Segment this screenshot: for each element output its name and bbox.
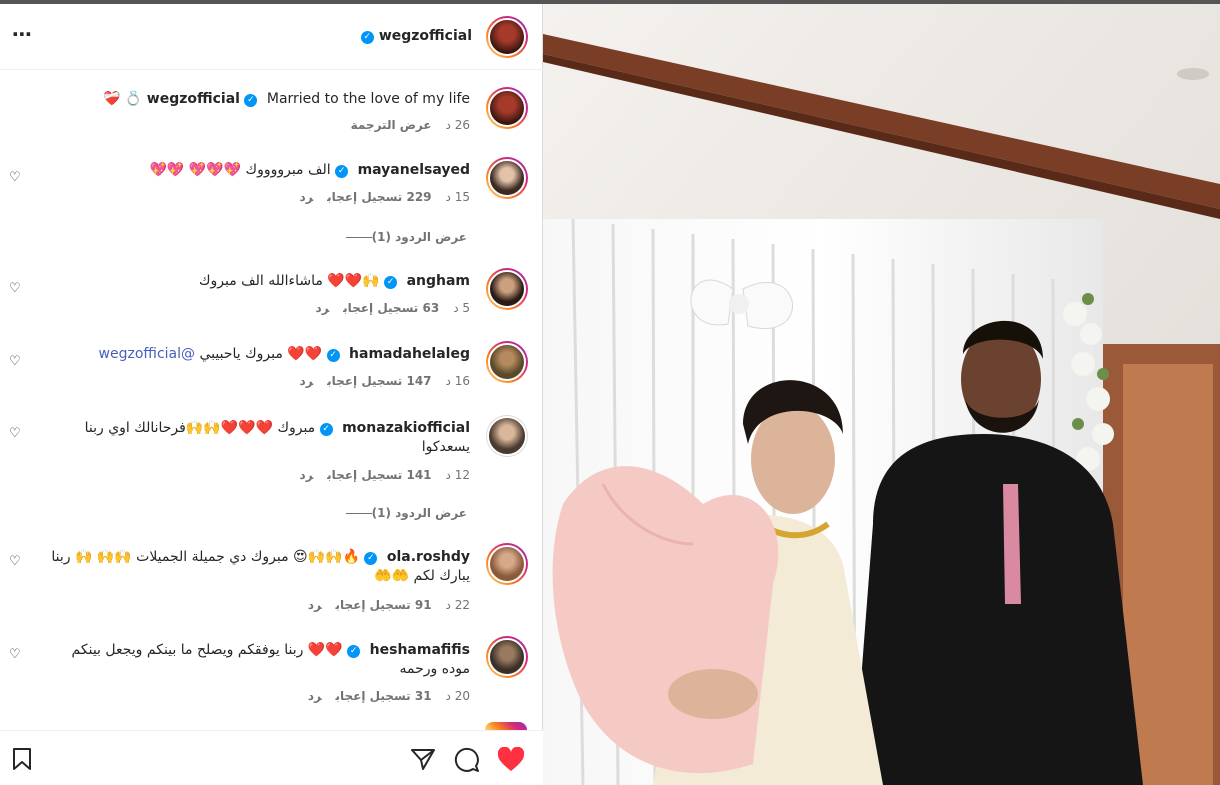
next-commenter-avatar: [485, 722, 527, 730]
divider-line: [345, 513, 372, 514]
verified-badge-icon: ✓: [326, 349, 340, 362]
reply-button[interactable]: رد: [300, 374, 314, 388]
more-options-icon[interactable]: ⋯: [12, 24, 33, 44]
commenter-avatar[interactable]: [486, 415, 528, 457]
action-bar: [0, 730, 543, 785]
verified-badge-icon: ✓: [319, 423, 333, 436]
comment-meta: 22 د91 تسجيل إعجابرد: [307, 598, 470, 612]
caption-text: wegzofficial ✓ Married to the love of my…: [103, 91, 470, 107]
comment-meta: 5 د63 تسجيل إعجابرد: [315, 301, 470, 315]
comment-text: mayanelsayed ✓ الف مبرووووك 💖💖💖 💖💖: [149, 162, 470, 178]
comment-username[interactable]: monazakiofficial: [342, 420, 470, 436]
reply-button[interactable]: رد: [300, 190, 314, 204]
author-avatar[interactable]: [486, 16, 528, 58]
view-replies-button[interactable]: عرض الردود (1): [332, 230, 467, 244]
comment-username[interactable]: angham: [407, 273, 470, 289]
heart-outline-icon[interactable]: ♡: [9, 170, 21, 185]
heart-outline-icon[interactable]: ♡: [9, 554, 21, 569]
comment-username[interactable]: ola.roshdy: [387, 549, 470, 565]
reply-button[interactable]: رد: [308, 689, 322, 703]
heart-filled-icon[interactable]: [497, 746, 525, 777]
likes-count[interactable]: 91 تسجيل إعجاب: [336, 598, 432, 612]
likes-count[interactable]: 229 تسجيل إعجاب: [327, 190, 431, 204]
comment-text: hamadahelaleg ✓ ❤️❤️ مبروك ياحبيبي @wegz…: [98, 346, 470, 362]
divider-line: [345, 237, 372, 238]
comment-username[interactable]: mayanelsayed: [358, 162, 470, 178]
caption-meta: 26 دعرض الترجمة: [350, 118, 470, 132]
comment-meta: 12 د141 تسجيل إعجابرد: [299, 468, 470, 482]
post-photo: [543, 4, 1220, 785]
comment-bubble-icon[interactable]: [454, 747, 480, 777]
likes-count[interactable]: 147 تسجيل إعجاب: [327, 374, 431, 388]
verified-badge-icon: ✓: [384, 276, 398, 289]
heart-outline-icon[interactable]: ♡: [9, 647, 21, 662]
view-replies-button[interactable]: عرض الردود (1): [332, 506, 467, 520]
wedding-photo-illustration: [543, 4, 1220, 785]
caption-avatar[interactable]: [486, 87, 528, 129]
comment-text: heshamafifis ✓ ❤️❤️ ربنا يوفقكم ويصلح ما…: [71, 642, 470, 677]
comment-username[interactable]: heshamafifis: [370, 642, 470, 658]
commenter-avatar[interactable]: [486, 636, 528, 678]
reply-button[interactable]: رد: [300, 468, 314, 482]
likes-count[interactable]: 63 تسجيل إعجاب: [343, 301, 439, 315]
comment-meta: 15 د229 تسجيل إعجابرد: [299, 190, 470, 204]
commenter-avatar[interactable]: [486, 268, 528, 310]
comments-panel: ⋯ ✓ wegzofficial wegzofficial ✓ Married t…: [0, 4, 543, 785]
likes-count[interactable]: 141 تسجيل إعجاب: [327, 468, 431, 482]
verified-badge-icon: ✓: [347, 645, 361, 658]
comment-text: ola.roshdy ✓ 🔥🙌🙌😍 مبروك دي جميلة الجميلا…: [51, 549, 470, 584]
heart-outline-icon[interactable]: ♡: [9, 281, 21, 296]
bookmark-icon[interactable]: [11, 747, 33, 775]
reply-button[interactable]: رد: [316, 301, 330, 315]
verified-badge-icon: ✓: [364, 552, 378, 565]
reply-button[interactable]: رد: [308, 598, 322, 612]
heart-outline-icon[interactable]: ♡: [9, 426, 21, 441]
caption-username[interactable]: wegzofficial: [147, 91, 240, 107]
comment-meta: 20 د31 تسجيل إعجابرد: [307, 689, 470, 703]
comment-text: angham ✓ 🙌❤️❤️ ماشاءالله الف مبروك: [198, 273, 470, 289]
commenter-avatar[interactable]: [486, 543, 528, 585]
verified-badge-icon: ✓: [335, 165, 349, 178]
verified-badge-icon: ✓: [244, 94, 258, 107]
comment-text: monazakiofficial ✓ مبروك ❤️❤️❤️🙌🙌فرحانال…: [84, 420, 470, 455]
commenter-avatar[interactable]: [486, 157, 528, 199]
likes-count[interactable]: 31 تسجيل إعجاب: [336, 689, 432, 703]
post-header: ⋯ ✓ wegzofficial: [0, 4, 543, 70]
see-translation-link[interactable]: عرض الترجمة: [351, 118, 432, 132]
comment-meta: 16 د147 تسجيل إعجابرد: [299, 374, 470, 388]
commenter-avatar[interactable]: [486, 341, 528, 383]
verified-badge-icon: ✓: [360, 31, 374, 44]
paper-plane-icon[interactable]: [410, 747, 436, 775]
heart-outline-icon[interactable]: ♡: [9, 354, 21, 369]
mention-link[interactable]: @wegzofficial: [99, 346, 195, 362]
header-username[interactable]: ✓ wegzofficial: [360, 28, 472, 44]
comment-username[interactable]: hamadahelaleg: [349, 346, 470, 362]
